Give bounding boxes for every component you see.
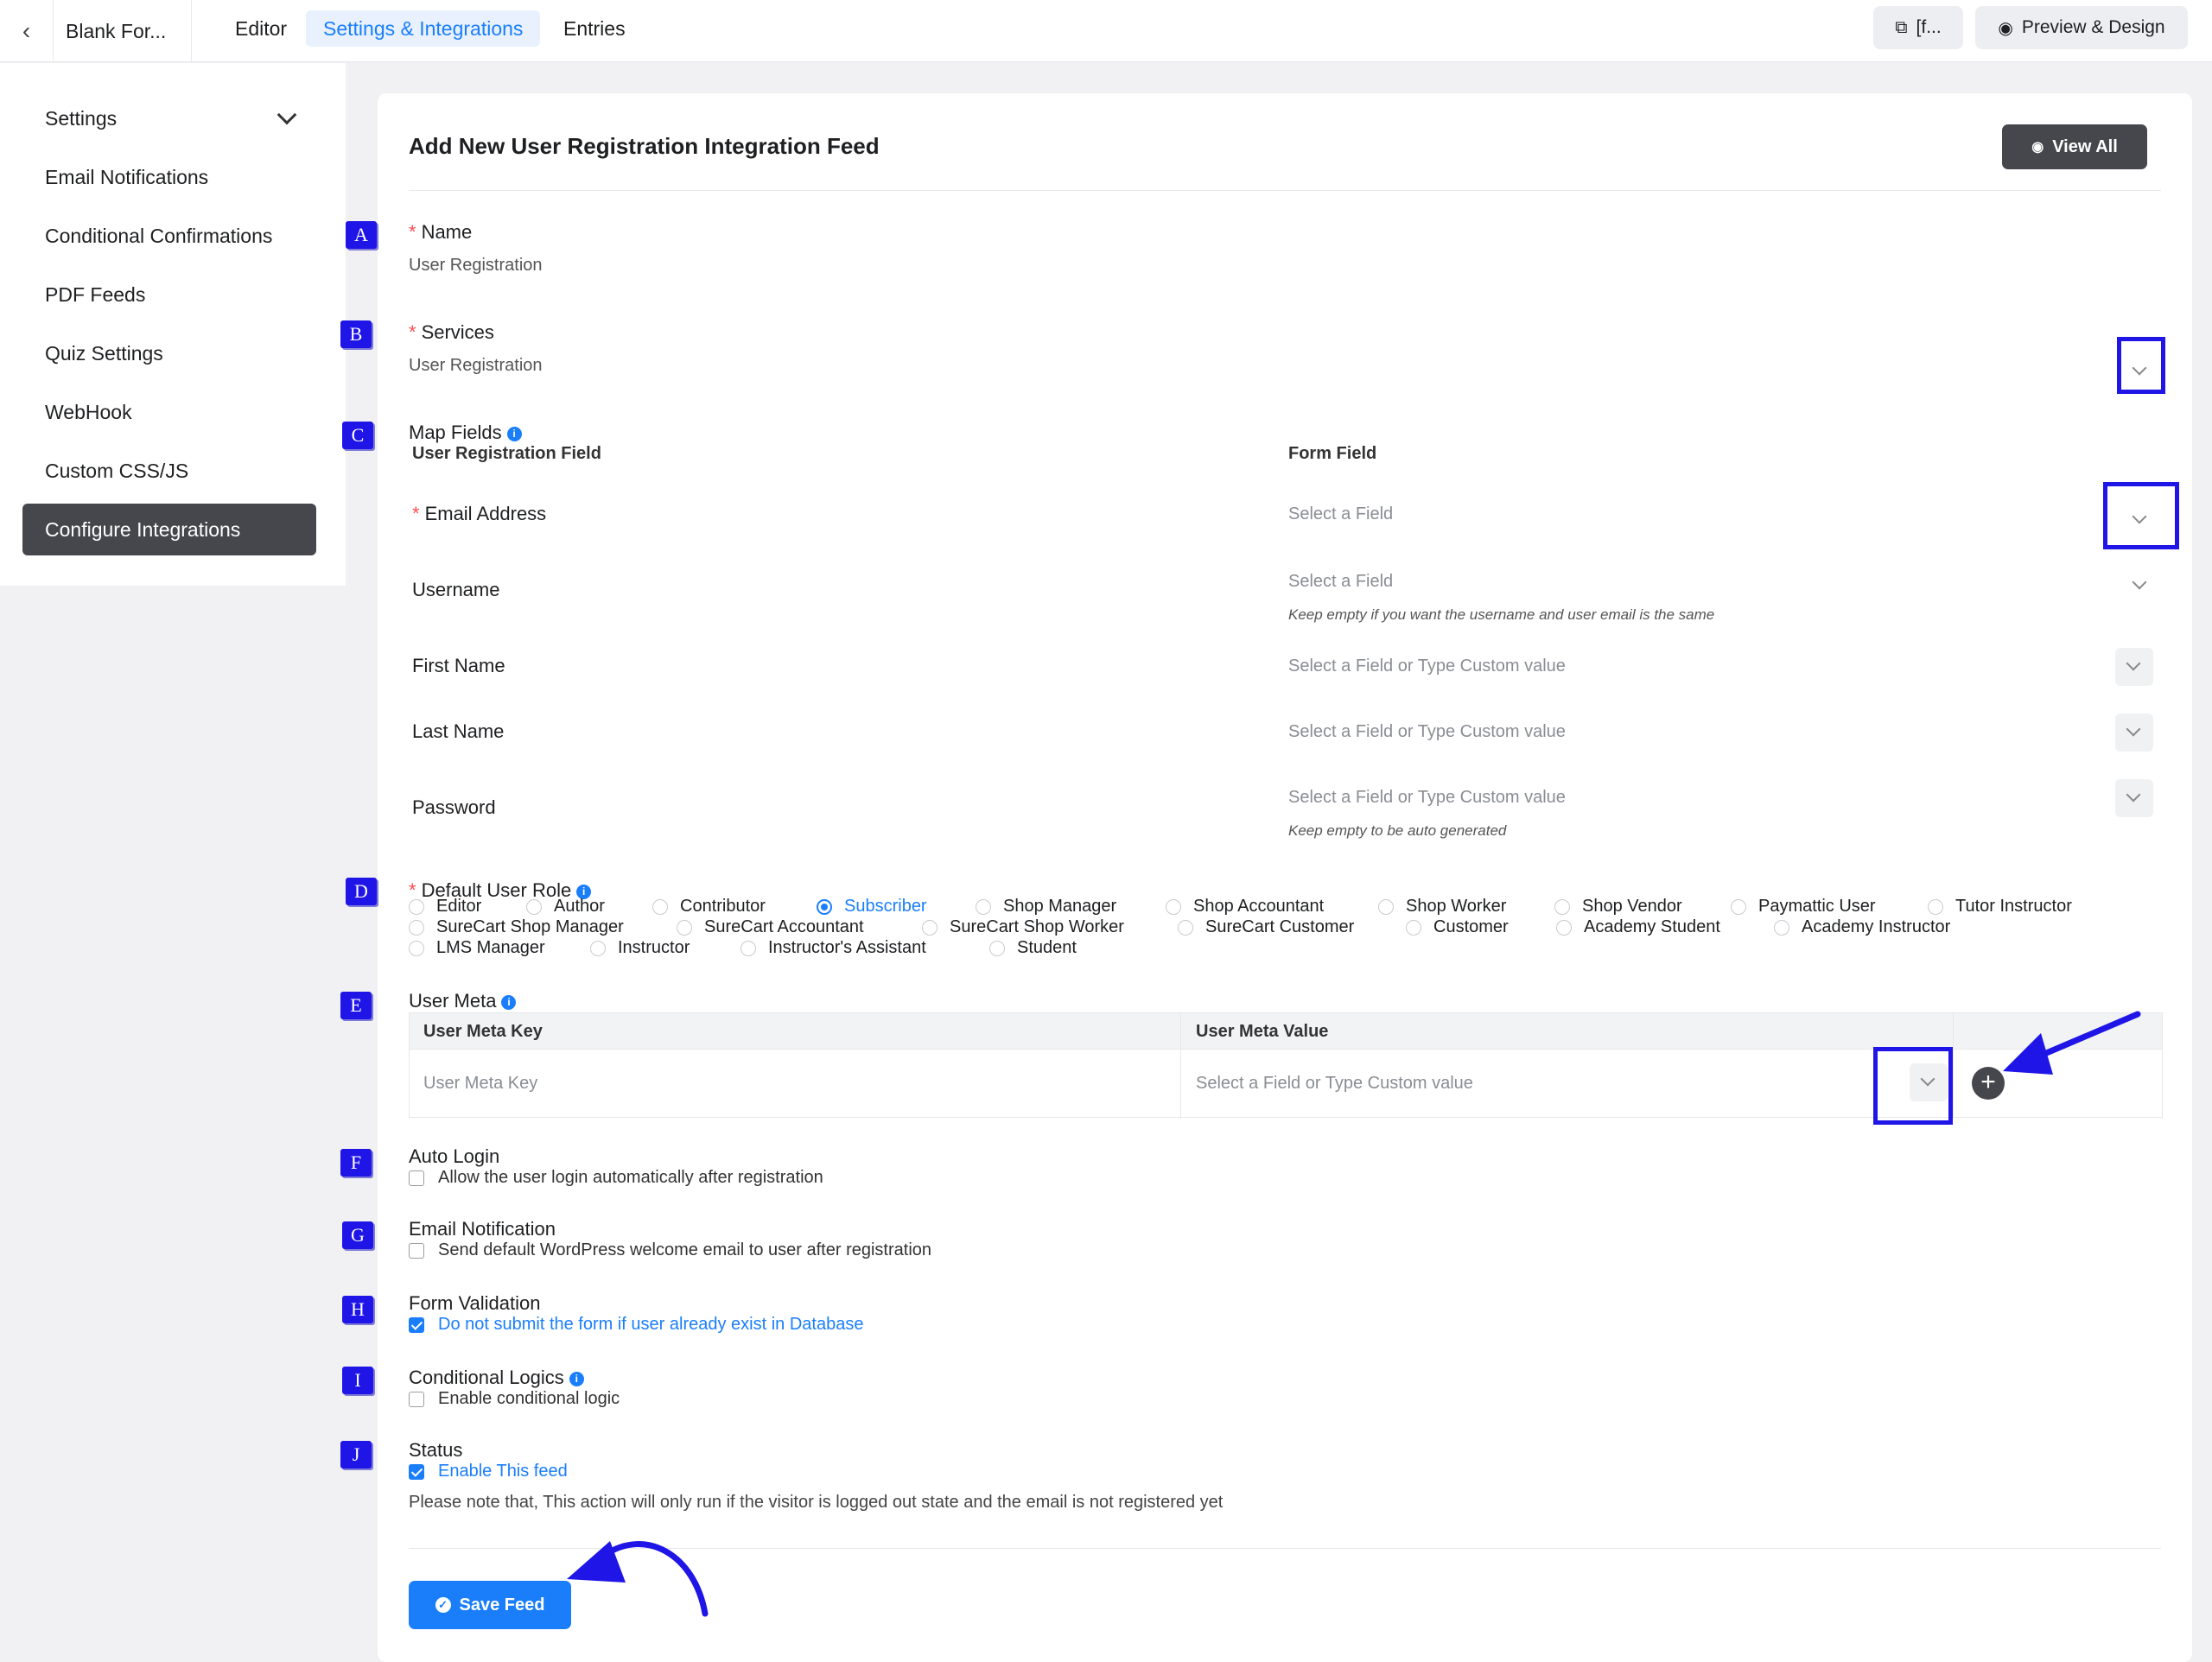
annotation-arrows <box>567 1011 2141 1617</box>
arrowhead <box>2003 1033 2053 1075</box>
arrow-to-add-button <box>2029 1011 2141 1063</box>
